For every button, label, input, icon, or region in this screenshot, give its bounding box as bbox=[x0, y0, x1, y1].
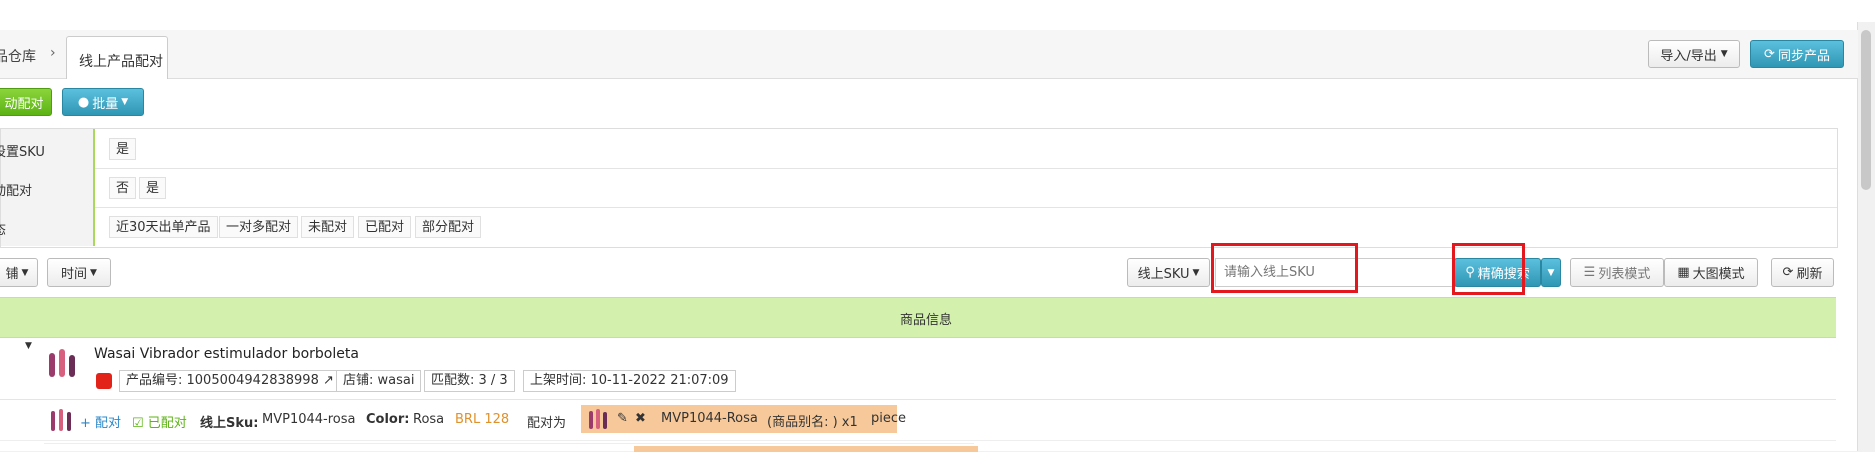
refresh-icon: ⟳ bbox=[1782, 265, 1794, 280]
column-product-info: 商品信息 bbox=[900, 313, 953, 328]
check-icon: ☑ bbox=[132, 416, 148, 431]
matched-sku: MVP1044-Rosa bbox=[661, 411, 758, 426]
matched-sku-thumbnail bbox=[589, 409, 607, 429]
edit-icon[interactable]: ✎ bbox=[617, 411, 628, 426]
filter-option-unmatched[interactable]: 未配对 bbox=[301, 216, 355, 238]
color-label: Color: bbox=[366, 412, 410, 427]
breadcrumb-parent[interactable]: 品仓库 bbox=[0, 46, 36, 66]
filter-row-auto-match: 动配对 否 是 bbox=[0, 168, 1837, 208]
top-nav-bar bbox=[0, 0, 1875, 23]
aliexpress-icon bbox=[96, 373, 112, 389]
search-options-toggle[interactable]: ▼ bbox=[1541, 258, 1561, 287]
search-field-select[interactable]: 线上SKU ▼ bbox=[1127, 258, 1210, 287]
matched-status: ☑ 已配对 bbox=[132, 416, 187, 431]
batch-label: 批量 bbox=[92, 96, 119, 112]
time-dropdown[interactable]: 时间 ▼ bbox=[47, 258, 111, 287]
product-title[interactable]: Wasai Vibrador estimulador borboleta bbox=[94, 346, 359, 362]
page-header: 品仓库 › 线上产品配对 导入/导出 ▼ ⟳ 同步产品 bbox=[0, 30, 1858, 79]
sync-label: 同步产品 bbox=[1777, 48, 1830, 64]
match-count-tag: 匹配数: 3 / 3 bbox=[424, 370, 515, 392]
caret-down-icon: ▼ bbox=[121, 97, 129, 107]
filter-row-sku: 设置SKU 是 bbox=[0, 129, 1837, 169]
tab-online-product-match[interactable]: 线上产品配对 bbox=[66, 36, 168, 79]
next-matched-sku-box bbox=[634, 446, 978, 452]
product-row: ▼ Wasai Vibrador estimulador borboleta 产… bbox=[0, 337, 1836, 400]
highlight-search-button bbox=[1452, 243, 1525, 295]
import-export-label: 导入/导出 bbox=[1660, 48, 1717, 64]
refresh-button[interactable]: ⟳ 刷新 bbox=[1771, 258, 1834, 287]
product-id-tag[interactable]: 产品编号: 1005004942838998 ↗ bbox=[119, 370, 341, 392]
highlight-search-input bbox=[1211, 243, 1358, 293]
alias: (商品别名: ) x1 bbox=[767, 415, 858, 430]
import-export-button[interactable]: 导入/导出 ▼ bbox=[1648, 40, 1740, 68]
caret-down-icon: ▼ bbox=[1192, 267, 1200, 278]
auto-match-label: 动配对 bbox=[4, 96, 44, 112]
remove-icon[interactable]: ✖ bbox=[635, 411, 646, 426]
add-match-link[interactable]: + 配对 bbox=[80, 412, 121, 431]
sku-label: 线上Sku: bbox=[200, 416, 259, 431]
tag-icon: ● bbox=[77, 94, 90, 110]
table-header: 商品信息 bbox=[0, 297, 1836, 338]
search-field-label: 线上SKU bbox=[1137, 267, 1190, 282]
product-thumbnail[interactable] bbox=[45, 345, 81, 381]
filter-option-yes[interactable]: 是 bbox=[109, 138, 137, 160]
grid-mode-label: 大图模式 bbox=[1692, 267, 1745, 282]
breadcrumb-separator: › bbox=[50, 45, 56, 61]
filter-option-matched[interactable]: 已配对 bbox=[358, 216, 412, 238]
filter-option-no[interactable]: 否 bbox=[109, 177, 137, 199]
sku-value: MVP1044-rosa bbox=[262, 412, 356, 427]
matched-sku-box: ✎ ✖ MVP1044-Rosa (商品别名: ) x1 piece bbox=[581, 405, 906, 433]
filter-option-recent-orders[interactable]: 近30天出单产品 bbox=[109, 216, 218, 238]
time-dropdown-label: 时间 bbox=[61, 267, 88, 282]
store-tag: 店铺: wasai bbox=[336, 370, 422, 392]
filter-row-status: 态 近30天出单产品 一对多配对 未配对 已配对 部分配对 bbox=[0, 207, 1837, 246]
list-mode-button[interactable]: ☰ 列表模式 bbox=[1570, 258, 1664, 287]
scrollbar-thumb[interactable] bbox=[1861, 30, 1871, 190]
filter-label: 动配对 bbox=[0, 168, 95, 207]
external-link-icon: ↗ bbox=[323, 373, 334, 388]
tab-label: 线上产品配对 bbox=[79, 54, 163, 70]
batch-button[interactable]: ● 批量 ▼ bbox=[62, 88, 144, 116]
list-icon: ☰ bbox=[1583, 265, 1596, 280]
filter-label: 态 bbox=[0, 207, 95, 246]
caret-down-icon: ▼ bbox=[1720, 49, 1728, 59]
filter-option-partial[interactable]: 部分配对 bbox=[415, 216, 482, 238]
filter-option-one-to-many[interactable]: 一对多配对 bbox=[219, 216, 299, 238]
price: BRL 128 bbox=[455, 412, 510, 427]
filter-label: 设置SKU bbox=[0, 129, 95, 168]
caret-down-icon: ▼ bbox=[21, 267, 29, 278]
refresh-icon: ⟳ bbox=[1764, 46, 1775, 62]
refresh-label: 刷新 bbox=[1796, 267, 1823, 282]
grid-mode-button[interactable]: ▦ 大图模式 bbox=[1664, 258, 1758, 287]
store-dropdown[interactable]: 铺 ▼ bbox=[0, 258, 38, 287]
auto-match-button[interactable]: 动配对 bbox=[0, 88, 52, 116]
grid-icon: ▦ bbox=[1677, 265, 1690, 280]
sync-products-button[interactable]: ⟳ 同步产品 bbox=[1750, 40, 1844, 68]
list-mode-label: 列表模式 bbox=[1598, 267, 1651, 282]
filter-panel: 设置SKU 是 动配对 否 是 态 近30天出单产品 一对多配对 未配对 已配对… bbox=[0, 128, 1838, 248]
listed-time-tag: 上架时间: 10-11-2022 21:07:09 bbox=[523, 370, 736, 392]
variant-thumbnail bbox=[51, 409, 71, 431]
caret-down-icon: ▼ bbox=[90, 267, 97, 278]
match-as-label: 配对为 bbox=[527, 416, 567, 431]
caret-down-icon: ▼ bbox=[1547, 267, 1555, 278]
unit: piece bbox=[871, 411, 907, 426]
collapse-caret-icon[interactable]: ▼ bbox=[25, 341, 32, 351]
store-dropdown-label: 铺 bbox=[5, 267, 19, 282]
color-value: Rosa bbox=[413, 412, 445, 427]
variant-row: + 配对 ☑ 已配对 线上Sku: MVP1044-rosa Color: Ro… bbox=[0, 400, 1836, 441]
filter-option-yes[interactable]: 是 bbox=[139, 177, 167, 199]
vertical-scrollbar[interactable] bbox=[1857, 22, 1875, 451]
